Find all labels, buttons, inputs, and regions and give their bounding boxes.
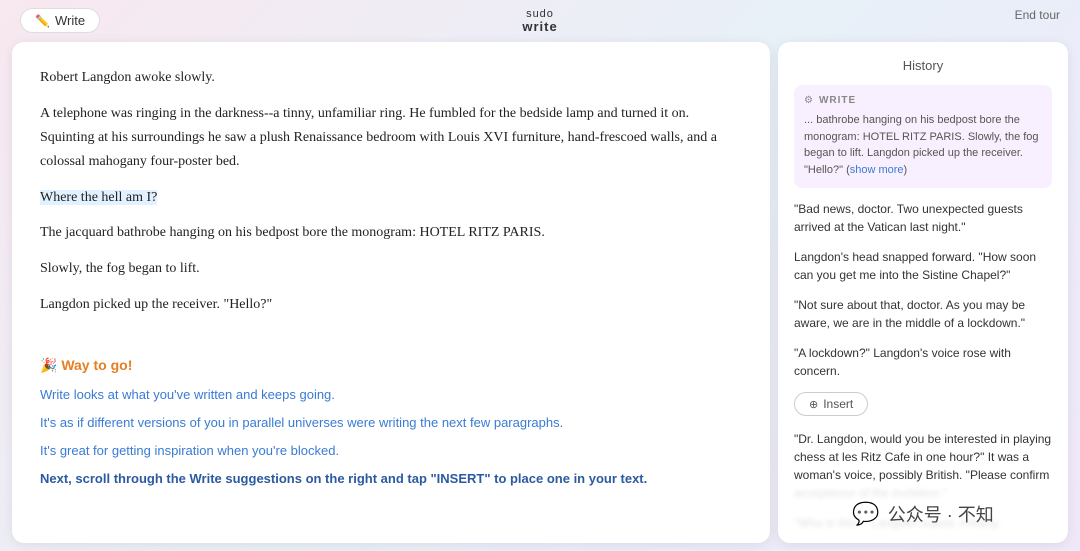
left-panel: Robert Langdon awoke slowly. A telephone… [12, 42, 770, 543]
show-more-link[interactable]: show more [850, 164, 904, 176]
history-entry-3: "Not sure about that, doctor. As you may… [794, 296, 1052, 332]
end-tour-button[interactable]: End tour [1015, 8, 1060, 22]
story-text: Robert Langdon awoke slowly. A telephone… [40, 66, 742, 316]
logo-write: write [522, 20, 557, 34]
app-container: ✏️ Write sudo write End tour Robert Lang… [0, 0, 1080, 549]
insert-label-1: Insert [823, 397, 853, 411]
hint-title-text: Way to go! [61, 357, 132, 373]
story-para-5: Slowly, the fog began to lift. [40, 257, 742, 281]
hint-line-2: It's as if different versions of you in … [40, 412, 742, 434]
hint-title: 🎉 Way to go! [40, 357, 742, 374]
story-para-1: Robert Langdon awoke slowly. [40, 66, 742, 90]
wechat-overlay: 💬 公众号 · 不知 [778, 486, 1068, 541]
write-section-content: ... bathrobe hanging on his bedpost bore… [804, 114, 1039, 176]
wechat-icon: 💬 [852, 501, 879, 527]
history-entry-1: "Bad news, doctor. Two unexpected guests… [794, 200, 1052, 236]
story-para-2: A telephone was ringing in the darkness-… [40, 102, 742, 173]
top-bar: ✏️ Write sudo write End tour [0, 0, 1080, 42]
entry-3-text: "Not sure about that, doctor. As you may… [794, 298, 1025, 330]
pen-icon: ✏️ [35, 14, 50, 28]
write-section: ⚙ WRITE ... bathrobe hanging on his bedp… [794, 85, 1052, 188]
entry-1-text: "Bad news, doctor. Two unexpected guests… [794, 202, 1023, 234]
write-section-text: ... bathrobe hanging on his bedpost bore… [804, 112, 1042, 178]
write-section-label: WRITE [819, 95, 856, 106]
app-logo: sudo write [522, 8, 557, 34]
write-button-label: Write [55, 13, 85, 28]
story-para-6: Langdon picked up the receiver. "Hello?" [40, 293, 742, 317]
highlighted-text: Where the hell am I? [40, 190, 157, 205]
entry-2-text: Langdon's head snapped forward. "How soo… [794, 250, 1036, 282]
main-layout: Robert Langdon awoke slowly. A telephone… [0, 42, 1080, 551]
story-para-3: Where the hell am I? [40, 186, 742, 210]
write-section-header: ⚙ WRITE [804, 95, 1042, 106]
history-title: History [794, 58, 1052, 73]
write-button[interactable]: ✏️ Write [20, 8, 100, 33]
write-section-icon: ⚙ [804, 95, 813, 106]
hint-line-4: Next, scroll through the Write suggestio… [40, 468, 742, 490]
history-entry-4: "A lockdown?" Langdon's voice rose with … [794, 344, 1052, 380]
insert-button-1[interactable]: ⊕ Insert [794, 392, 868, 416]
wechat-text: 公众号 · 不知 [888, 501, 994, 527]
insert-icon-1: ⊕ [809, 398, 818, 411]
hint-line-1: Write looks at what you've written and k… [40, 384, 742, 406]
hint-line-3: It's great for getting inspiration when … [40, 440, 742, 462]
divider [40, 329, 742, 349]
right-panel[interactable]: History ⚙ WRITE ... bathrobe hanging on … [778, 42, 1068, 543]
hint-body: Write looks at what you've written and k… [40, 384, 742, 490]
entry-4-text: "A lockdown?" Langdon's voice rose with … [794, 346, 1011, 378]
write-hint-section: 🎉 Way to go! Write looks at what you've … [40, 357, 742, 490]
hint-icon: 🎉 [40, 357, 57, 373]
history-entry-2: Langdon's head snapped forward. "How soo… [794, 248, 1052, 284]
story-para-4: The jacquard bathrobe hanging on his bed… [40, 221, 742, 245]
